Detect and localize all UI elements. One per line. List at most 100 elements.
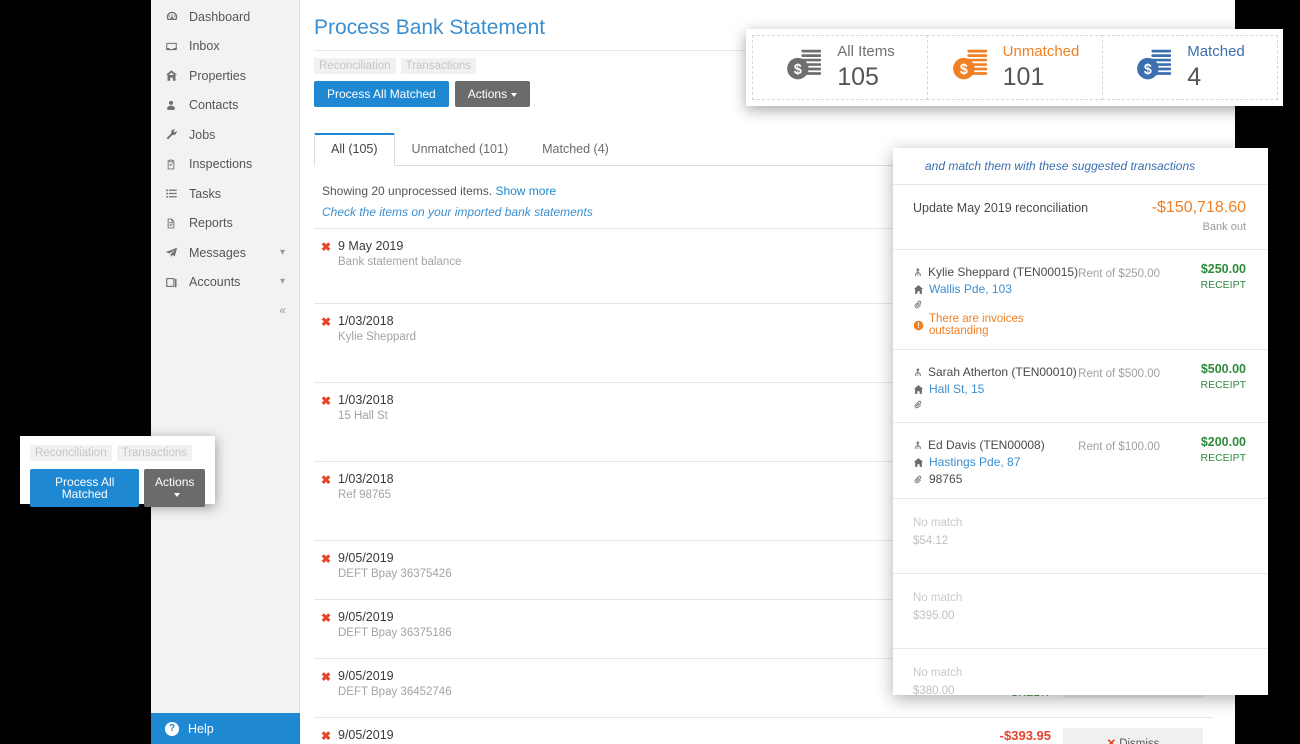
actions-button[interactable]: Actions xyxy=(454,81,531,107)
sidebar-item-inspections[interactable]: Inspections xyxy=(151,150,299,180)
match-rent-note: Rent of $100.00 xyxy=(1078,441,1160,453)
transaction-date: 9/05/2019 xyxy=(338,669,394,683)
dismiss-button[interactable]: ✕ Dismiss xyxy=(1063,728,1203,744)
match-tenant-name: Sarah Atherton (TEN00010) xyxy=(928,365,1077,379)
stat-label: Matched xyxy=(1187,43,1245,61)
sidebar-item-jobs[interactable]: Jobs xyxy=(151,120,299,150)
transaction-details: 9/05/2019 DEFT Bpay 36375426 xyxy=(338,551,931,580)
remove-transaction-button[interactable]: ✖ xyxy=(314,551,338,566)
reconciliation-title: Update May 2019 reconciliation xyxy=(913,201,1089,215)
inset-toolbar: Process All Matched Actions xyxy=(30,469,205,507)
tenant-icon xyxy=(913,366,923,378)
house-icon xyxy=(913,457,924,468)
reconciliation-row[interactable]: Update May 2019 reconciliation -$150,718.… xyxy=(893,185,1268,250)
tab-2[interactable]: Matched (4) xyxy=(525,133,626,166)
sidebar-item-reports[interactable]: Reports xyxy=(151,209,299,239)
suggested-matches-header: and match them with these suggested tran… xyxy=(893,148,1268,185)
sidebar-nav-list: Dashboard Inbox Properties Contacts Jobs Insp… xyxy=(151,0,299,297)
sidebar-item-tasks[interactable]: Tasks xyxy=(151,179,299,209)
stat-card-all-items[interactable]: $ All Items 105 xyxy=(752,35,928,100)
sidebar-item-contacts[interactable]: Contacts xyxy=(151,91,299,121)
transaction-row: ✖9/05/2019BPay Biller 78550 500000003626… xyxy=(314,717,1213,744)
match-property-link: Hall St, 15 xyxy=(929,382,985,396)
transaction-amount: -$393.95 xyxy=(999,728,1051,743)
svg-text:$: $ xyxy=(960,62,968,78)
transaction-amount-cell: -$393.95DEBIT xyxy=(931,728,1063,744)
inbox-icon xyxy=(165,40,185,53)
inset-process-all-matched-button[interactable]: Process All Matched xyxy=(30,469,140,507)
paper-plane-icon xyxy=(165,246,185,259)
paperclip-icon xyxy=(913,399,924,410)
actions-label: Actions xyxy=(467,87,508,101)
stat-card-unmatched[interactable]: $ Unmatched 101 xyxy=(927,35,1103,100)
tab-0[interactable]: All (105) xyxy=(314,133,395,166)
remove-transaction-button[interactable]: ✖ xyxy=(314,669,338,684)
sidebar-item-label: Reports xyxy=(189,216,233,231)
suggested-match-row[interactable]: Sarah Atherton (TEN00010) Hall St, 15 Rent… xyxy=(893,350,1268,423)
match-reference: 98765 xyxy=(929,472,963,486)
sidebar-item-properties[interactable]: Properties xyxy=(151,61,299,91)
sidebar-collapse-button[interactable]: « xyxy=(151,297,299,323)
sidebar-item-label: Inspections xyxy=(189,157,253,172)
tab-1[interactable]: Unmatched (101) xyxy=(395,133,526,166)
match-type: RECEIPT xyxy=(1200,452,1246,464)
no-match-amount: $395.00 xyxy=(913,610,955,622)
sidebar-item-inbox[interactable]: Inbox xyxy=(151,32,299,62)
inset-actions-button[interactable]: Actions xyxy=(144,469,205,507)
chevron-down-icon: ▾ xyxy=(279,246,285,258)
sidebar-item-label: Contacts xyxy=(189,98,239,113)
user-icon xyxy=(165,99,185,112)
suggested-match-row[interactable]: Kylie Sheppard (TEN00015) Wallis Pde, 103… xyxy=(893,250,1268,350)
no-match-label: No match xyxy=(913,592,963,604)
coin-stack-icon: $ xyxy=(951,48,991,87)
no-match-row[interactable]: No match $380.00 xyxy=(893,649,1268,695)
transaction-description: DEFT Bpay 36375186 xyxy=(338,627,452,639)
no-match-amount: $54.12 xyxy=(913,535,949,547)
breadcrumb-item[interactable]: Transactions xyxy=(116,445,193,461)
no-match-amount: $380.00 xyxy=(913,685,955,695)
remove-transaction-button[interactable]: ✖ xyxy=(314,239,338,254)
home-icon xyxy=(165,69,185,82)
stat-label: All Items xyxy=(837,43,895,61)
sidebar-item-dashboard[interactable]: Dashboard xyxy=(151,2,299,32)
question-circle-icon: ? xyxy=(165,721,179,736)
match-tenant-name: Kylie Sheppard (TEN00015) xyxy=(928,265,1079,279)
wrench-icon xyxy=(165,128,185,141)
transaction-date: 9/05/2019 xyxy=(338,610,394,624)
breadcrumb-item[interactable]: Transactions xyxy=(400,58,477,74)
remove-transaction-button[interactable]: ✖ xyxy=(314,728,338,743)
sidebar-item-messages[interactable]: Messages ▾ xyxy=(151,238,299,268)
breadcrumb-item[interactable]: Reconciliation xyxy=(314,58,396,74)
transaction-details: 1/03/2018 Kylie Sheppard xyxy=(338,314,931,343)
remove-transaction-button[interactable]: ✖ xyxy=(314,314,338,329)
match-tenant-name: Ed Davis (TEN00008) xyxy=(928,438,1045,452)
no-match-row[interactable]: No match $395.00 xyxy=(893,574,1268,649)
match-type: RECEIPT xyxy=(1200,279,1246,291)
help-button[interactable]: ? Help xyxy=(151,713,300,744)
suggested-match-row[interactable]: Ed Davis (TEN00008) Hastings Pde, 87 98765… xyxy=(893,423,1268,499)
paperclip-icon xyxy=(913,299,924,310)
breadcrumb-item[interactable]: Reconciliation xyxy=(30,445,112,461)
remove-transaction-button[interactable]: ✖ xyxy=(314,472,338,487)
tenant-icon xyxy=(913,266,923,278)
show-more-link[interactable]: Show more xyxy=(495,184,556,198)
stat-card-matched[interactable]: $ Matched 4 xyxy=(1102,35,1278,100)
dashboard-icon xyxy=(165,10,185,24)
no-match-row[interactable]: No match $54.12 xyxy=(893,499,1268,574)
list-notice-text: Showing 20 unprocessed items. xyxy=(322,184,493,198)
transaction-details: 9/05/2019 DEFT Bpay 36452746 xyxy=(338,669,931,698)
transaction-date: 9/05/2019 xyxy=(338,728,394,742)
transaction-date: 9/05/2019 xyxy=(338,551,394,565)
transaction-action-cell: ✕ Dismiss xyxy=(1063,728,1213,744)
sidebar: Dashboard Inbox Properties Contacts Jobs Insp… xyxy=(151,0,300,744)
coin-stack-icon: $ xyxy=(1135,48,1175,87)
coin-stack-icon: $ xyxy=(785,48,825,87)
sidebar-item-accounts[interactable]: Accounts ▾ xyxy=(151,268,299,298)
match-rent-note: Rent of $250.00 xyxy=(1078,268,1160,280)
reconciliation-amount: -$150,718.60 xyxy=(1151,199,1246,216)
remove-transaction-button[interactable]: ✖ xyxy=(314,393,338,408)
chevron-down-icon xyxy=(173,492,180,497)
remove-transaction-button[interactable]: ✖ xyxy=(314,610,338,625)
process-all-matched-button[interactable]: Process All Matched xyxy=(314,81,449,107)
sidebar-item-label: Jobs xyxy=(189,127,216,142)
